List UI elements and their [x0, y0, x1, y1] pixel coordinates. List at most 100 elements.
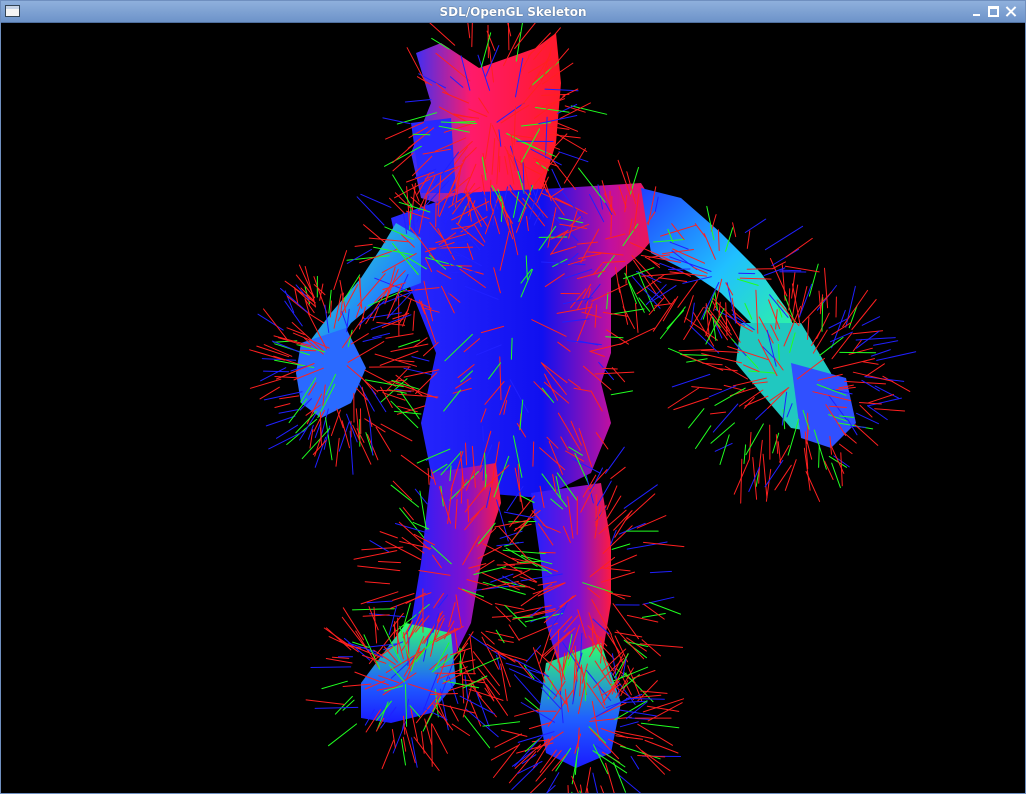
vertex-normal-line — [314, 436, 327, 468]
vertex-normal-line — [610, 390, 633, 396]
vertex-normal-line — [765, 468, 772, 502]
vertex-normal-line — [812, 329, 828, 354]
vertex-normal-line — [328, 636, 355, 649]
vertex-normal-line — [485, 683, 508, 716]
vertex-normal-line — [625, 265, 628, 284]
vertex-normal-line — [567, 785, 569, 793]
vertex-normal-line — [868, 394, 894, 404]
vertex-normal-line — [330, 409, 341, 436]
vertex-normal-line — [256, 345, 290, 358]
vertex-normal-line — [260, 367, 287, 382]
vertex-normal-line — [831, 462, 841, 489]
vertex-normal-line — [403, 602, 411, 627]
vertex-normal-line — [852, 371, 894, 382]
vertex-normal-line — [413, 736, 440, 771]
vertex-normal-line — [524, 738, 540, 752]
window-title: SDL/OpenGL Skeleton — [439, 5, 587, 19]
vertex-normal-line — [592, 772, 599, 793]
vertex-normal-line — [363, 224, 386, 244]
vertex-normal-line — [502, 568, 523, 572]
vertex-normal-line — [865, 363, 885, 377]
vertex-normal-line — [494, 733, 522, 748]
vertex-normal-line — [356, 196, 385, 226]
vertex-normal-line — [305, 699, 345, 705]
vertex-normal-line — [839, 443, 853, 455]
vertex-normal-line — [346, 413, 358, 443]
vertex-normal-line — [300, 349, 317, 352]
vertex-normal-line — [688, 408, 705, 429]
vertex-normal-line — [637, 723, 673, 746]
vertex-normal-line — [257, 313, 284, 331]
vertex-normal-line — [429, 23, 456, 46]
vertex-normal-line — [376, 321, 406, 326]
vertex-normal-line — [403, 367, 432, 375]
vertex-normal-line — [611, 543, 631, 550]
vertex-normal-line — [468, 688, 504, 701]
vertex-normal-line — [362, 614, 390, 617]
vertex-normal-line — [508, 668, 545, 685]
vertex-normal-line — [423, 707, 448, 721]
vertex-normal-line — [367, 434, 379, 461]
vertex-normal-line — [263, 308, 288, 340]
vertex-normal-line — [400, 738, 406, 766]
vertex-normal-line — [764, 459, 784, 488]
vertex-normal-line — [606, 554, 638, 568]
vertex-normal-line — [249, 378, 282, 389]
vertex-normal-line — [805, 471, 821, 502]
vertex-normal-line — [546, 772, 560, 793]
vertex-normal-line — [362, 336, 382, 342]
vertex-normal-line — [310, 666, 352, 668]
minimize-icon[interactable] — [971, 6, 982, 17]
vertex-normal-line — [364, 418, 386, 433]
title-bar[interactable]: SDL/OpenGL Skeleton — [1, 1, 1025, 23]
vertex-normal-line — [818, 444, 820, 468]
vertex-normal-line — [668, 268, 691, 270]
vertex-normal-line — [642, 596, 675, 605]
vertex-normal-line — [563, 148, 586, 184]
vertex-normal-line — [714, 387, 746, 406]
vertex-normal-line — [412, 310, 415, 331]
vertex-normal-line — [434, 672, 476, 675]
vertex-normal-line — [390, 400, 419, 429]
vertex-normal-line — [602, 367, 618, 370]
vertex-normal-line — [586, 787, 589, 793]
vertex-normal-line — [619, 721, 639, 728]
vertex-normal-line — [419, 490, 427, 530]
vertex-normal-line — [625, 493, 656, 521]
vertex-normal-line — [636, 515, 667, 529]
vertex-normal-line — [744, 218, 767, 233]
vertex-normal-line — [666, 310, 685, 329]
vertex-normal-line — [762, 453, 768, 499]
opengl-viewport[interactable] — [1, 23, 1025, 793]
vertex-normal-line — [464, 715, 491, 749]
vertex-normal-line — [579, 790, 581, 793]
vertex-normal-line — [746, 230, 751, 249]
vertex-normal-line — [350, 333, 369, 345]
close-icon[interactable] — [1006, 6, 1017, 17]
vertex-normal-line — [508, 751, 537, 784]
vertex-normal-line — [385, 333, 414, 339]
vertex-normal-line — [851, 299, 877, 330]
vertex-normal-line — [618, 709, 657, 717]
vertex-normal-line — [491, 615, 513, 618]
vertex-normal-line — [662, 296, 679, 322]
vertex-normal-line — [510, 337, 513, 360]
vertex-normal-line — [314, 421, 322, 438]
vertex-normal-line — [501, 729, 528, 737]
vertex-normal-line — [523, 664, 535, 680]
vertex-normal-line — [808, 263, 819, 297]
vertex-normal-line — [431, 723, 448, 754]
vertex-normal-line — [784, 459, 797, 491]
vertex-normal-line — [368, 606, 379, 631]
vertex-normal-line — [613, 762, 626, 793]
vertex-normal-line — [514, 23, 536, 49]
vertex-normal-line — [391, 729, 396, 749]
vertex-normal-line — [788, 288, 791, 311]
vertex-normal-line — [508, 624, 520, 641]
vertex-normal-line — [402, 736, 407, 752]
vertex-normal-line — [390, 484, 420, 508]
maximize-icon[interactable] — [988, 6, 999, 17]
vertex-normal-line — [862, 361, 879, 365]
vertex-normal-line — [424, 718, 433, 745]
vertex-normal-line — [498, 639, 514, 643]
